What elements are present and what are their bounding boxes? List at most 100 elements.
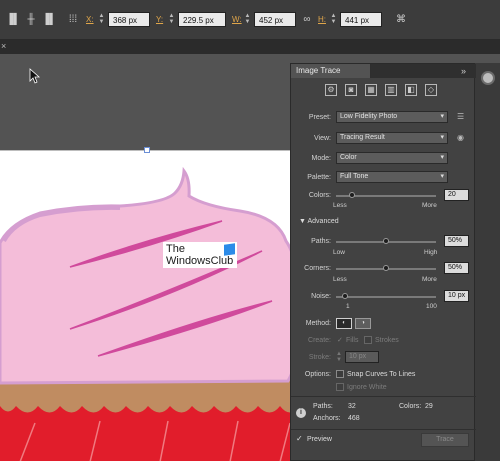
palette-dropdown[interactable]: Full Tone <box>336 171 448 183</box>
snap-curves-checkbox[interactable] <box>336 370 344 378</box>
stats-colors-value: 29 <box>425 403 433 410</box>
w-stepper[interactable]: ▲ ▼ <box>244 13 251 26</box>
appearance-icon[interactable] <box>481 71 495 85</box>
preset-list-icon[interactable]: ☰ <box>457 112 464 121</box>
info-icon: i <box>296 408 306 418</box>
align-center-icon[interactable]: ╫ <box>24 14 38 26</box>
mode-label: Mode: <box>311 155 331 162</box>
colors-min-label: Less <box>333 202 347 209</box>
watermark-line-1: The <box>166 243 185 255</box>
noise-field[interactable]: 10 px <box>444 290 469 302</box>
fills-label: Fills <box>346 337 359 344</box>
noise-min-label: 1 <box>346 303 350 310</box>
align-left-icon[interactable]: ▐▌ <box>6 14 20 26</box>
stats-divider <box>291 396 476 397</box>
corners-field[interactable]: 50% <box>444 262 469 274</box>
mouse-pointer-icon <box>29 68 41 84</box>
x-label: X: <box>86 15 94 24</box>
create-label: Create: <box>308 337 331 344</box>
right-dock <box>475 63 500 461</box>
method-abutting-button[interactable]: ◐ <box>336 318 352 329</box>
corners-max-label: More <box>422 276 437 283</box>
stats-colors-label: Colors: <box>399 403 422 410</box>
strokes-label: Strokes <box>375 337 399 344</box>
h-label: H: <box>318 15 326 24</box>
watermark: The WindowsClub <box>163 242 237 268</box>
windows-logo-icon <box>224 243 235 256</box>
corners-min-label: Less <box>333 276 347 283</box>
reference-point-icon[interactable]: ⁞⁞⁞ <box>66 14 80 26</box>
h-field[interactable]: 441 px <box>340 12 382 27</box>
preset-dropdown[interactable]: Low Fidelity Photo <box>336 111 448 123</box>
high-color-icon[interactable]: ◙ <box>345 84 357 96</box>
artboard[interactable] <box>0 150 310 461</box>
snap-curves-label: Snap Curves To Lines <box>347 371 416 378</box>
strokes-checkbox[interactable] <box>364 336 372 344</box>
trace-button[interactable]: Trace <box>421 433 469 447</box>
black-white-icon[interactable]: ◧ <box>405 84 417 96</box>
y-stepper[interactable]: ▲ ▼ <box>168 13 175 26</box>
colors-max-label: More <box>422 202 437 209</box>
watermark-line-2: WindowsClub <box>166 255 234 267</box>
view-label: View: <box>314 135 331 142</box>
stats-paths-label: Paths: <box>313 403 333 410</box>
stroke-label: Stroke: <box>308 354 331 361</box>
stroke-field[interactable]: 10 px <box>345 351 379 363</box>
paths-slider-knob[interactable] <box>383 238 389 244</box>
image-trace-tab[interactable]: Image Trace <box>291 64 371 78</box>
paths-field[interactable]: 50% <box>444 235 469 247</box>
stats-anchors-value: 468 <box>348 415 360 422</box>
options-label: Options: <box>304 371 331 378</box>
mode-dropdown[interactable]: Color <box>336 152 448 164</box>
corners-label: Corners: <box>304 265 331 272</box>
transform-icon[interactable]: ⌘ <box>394 14 408 26</box>
colors-slider-knob[interactable] <box>349 192 355 198</box>
align-right-icon[interactable]: ▐▌ <box>42 14 56 26</box>
advanced-toggle[interactable]: ▼ Advanced <box>299 218 339 225</box>
view-dropdown[interactable]: Tracing Result <box>336 132 448 144</box>
x-field[interactable]: 368 px <box>108 12 150 27</box>
y-field[interactable]: 229.5 px <box>178 12 226 27</box>
auto-color-icon[interactable]: ⚙ <box>325 84 337 96</box>
preview-divider <box>291 429 476 430</box>
colors-label: Colors: <box>308 192 331 199</box>
colors-field[interactable]: 20 <box>444 189 469 201</box>
x-stepper[interactable]: ▲ ▼ <box>98 13 105 26</box>
ignore-white-label: Ignore White <box>347 384 387 391</box>
noise-max-label: 100 <box>426 303 437 310</box>
cupcake-frosting <box>0 166 300 385</box>
grayscale-icon[interactable]: ▥ <box>385 84 397 96</box>
y-label: Y: <box>156 15 164 24</box>
view-eye-icon[interactable]: ◉ <box>457 133 464 142</box>
noise-slider-knob[interactable] <box>342 293 348 299</box>
bounding-box-handle[interactable] <box>144 147 150 153</box>
advanced-label: Advanced <box>307 218 339 225</box>
ignore-white-checkbox[interactable] <box>336 383 344 391</box>
w-field[interactable]: 452 px <box>254 12 296 27</box>
paths-max-label: High <box>424 249 438 256</box>
preview-label: Preview <box>307 436 332 443</box>
stats-paths-value: 32 <box>348 403 356 410</box>
method-overlapping-button[interactable]: ◑ <box>355 318 371 329</box>
outline-icon[interactable]: ◇ <box>425 84 437 96</box>
paths-label: Paths: <box>311 238 331 245</box>
noise-label: Noise: <box>311 293 331 300</box>
fills-check-icon: ✓ <box>337 337 343 344</box>
stats-anchors-label: Anchors: <box>313 415 341 422</box>
stroke-stepper[interactable]: ▲ ▼ <box>336 351 343 363</box>
noise-slider-track[interactable] <box>336 296 436 298</box>
h-stepper[interactable]: ▲ ▼ <box>330 13 337 26</box>
preset-label: Preset: <box>308 114 331 121</box>
paths-min-label: Low <box>333 249 345 256</box>
cupcake-image <box>0 166 310 461</box>
w-label: W: <box>232 15 242 24</box>
document-tab-strip: × <box>0 40 500 54</box>
close-tab-button[interactable]: × <box>1 41 6 51</box>
corners-slider-knob[interactable] <box>383 265 389 271</box>
image-trace-panel: Image Trace » ⚙ ◙ ▦ ▥ ◧ ◇ Preset: Low Fi… <box>290 63 476 461</box>
low-color-icon[interactable]: ▦ <box>365 84 377 96</box>
panel-collapse-button[interactable]: » <box>461 66 466 76</box>
preview-checkbox[interactable] <box>296 434 304 444</box>
link-proportions-icon[interactable]: ∞ <box>300 14 314 26</box>
method-label: Method: <box>305 320 331 327</box>
